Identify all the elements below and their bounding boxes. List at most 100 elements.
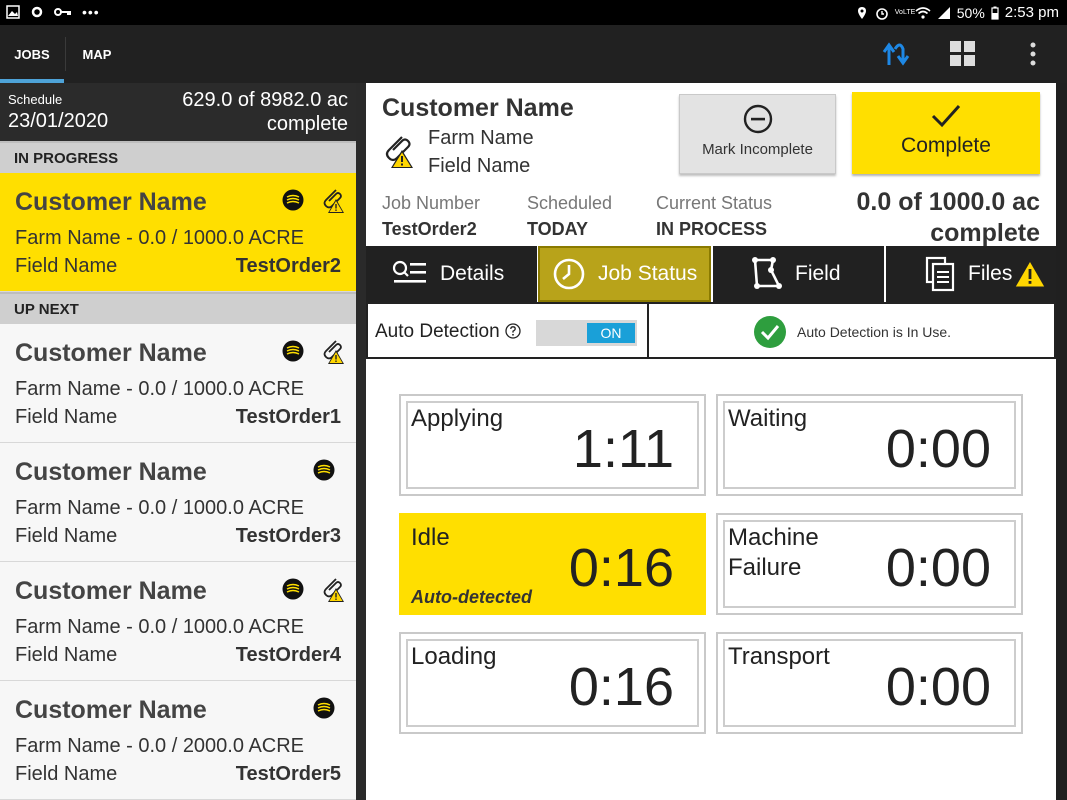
job-customer: Customer Name [15,577,207,605]
signal-icon [937,6,950,19]
tab-job-status[interactable]: Job Status [538,246,711,302]
schedule-progress: 629.0 of 8982.0 ac complete [182,88,348,136]
image-icon [6,5,20,19]
attachment-warning-icon [323,189,344,213]
auto-detection-label: Auto Detection [375,321,500,342]
current-status-label: Current Status [656,193,773,213]
job-field: Field Name [15,255,118,277]
attachment-warning-icon [323,578,344,602]
job-order: TestOrder2 [235,255,341,277]
settings-gear-icon [31,6,43,18]
product-icon [282,578,304,600]
timer-idle[interactable]: Idle 0:16 Auto-detected [399,513,706,615]
auto-detection-status: Auto Detection is In Use. [753,315,951,349]
more-vert-icon[interactable] [1018,39,1048,69]
files-icon [925,256,955,292]
status-bar: ••• VoLTE 50% 2:53 pm [0,0,1067,25]
job-order: TestOrder4 [235,644,341,666]
auto-detection-row: Auto Detection ON Auto Detection is In U… [366,302,1056,359]
job-card[interactable]: Customer Name Farm Name - 0.0 / 2000.0 A… [0,681,356,800]
job-field: Field Name [15,525,118,547]
overflow-dots-icon: ••• [82,4,100,20]
panel-divider [356,83,366,800]
job-card[interactable]: Customer Name Farm Name - 0.0 / 1000.0 A… [0,443,356,562]
complete-button[interactable]: Complete [852,92,1040,174]
minus-circle-icon [743,104,772,134]
job-field: Field Name [15,763,118,785]
sync-icon[interactable] [881,39,911,69]
key-icon [54,8,71,16]
timer-loading[interactable]: Loading 0:16 [399,632,706,734]
timer-waiting[interactable]: Waiting 0:00 [716,394,1023,496]
product-icon [313,459,335,481]
job-farm: Farm Name - 0.0 / 1000.0 ACRE [15,497,305,519]
timer-name: Applying [411,405,504,432]
schedule-label: Schedule [8,92,63,107]
job-farm: Farm Name - 0.0 / 2000.0 ACRE [15,735,305,757]
tab-jobs[interactable]: JOBS [0,25,64,83]
tab-details-label: Details [440,262,505,285]
section-in-progress: IN PROGRESS [0,141,356,173]
timer-value: 0:16 [568,657,674,717]
attachment-warning-icon [323,340,344,364]
product-icon [282,340,304,362]
mark-incomplete-button[interactable]: Mark Incomplete [679,94,836,174]
help-icon[interactable] [505,323,521,339]
detail-customer: Customer Name [382,94,574,122]
job-field: Field Name [15,644,118,666]
tab-files[interactable]: Files [886,246,1056,302]
job-card[interactable]: Customer Name Farm Name - 0.0 / 1000.0 A… [0,173,356,292]
wifi-icon [915,6,931,19]
timer-transport[interactable]: Transport 0:00 [716,632,1023,734]
detail-progress-suffix: complete [930,219,1040,247]
timer-machine-failure[interactable]: Machine Failure 0:00 [716,513,1023,615]
job-card[interactable]: Customer Name Farm Name - 0.0 / 1000.0 A… [0,324,356,443]
auto-detection-divider [647,304,649,357]
auto-detection-toggle[interactable]: ON [536,320,637,346]
scheduled-value: TODAY [527,219,589,239]
scheduled-label: Scheduled [527,193,613,213]
field-boundary-icon [752,257,782,289]
job-customer: Customer Name [15,339,207,367]
timer-name: Machine Failure [728,524,819,581]
complete-label: Complete [901,134,991,157]
job-customer: Customer Name [15,458,207,486]
tab-details[interactable]: Details [366,246,536,302]
job-detail-panel: Customer Name Farm Name Field Name Mark … [366,83,1056,800]
schedule-header: Schedule 23/01/2020 629.0 of 8982.0 ac c… [0,83,356,141]
detail-farm: Farm Name [428,127,534,149]
detail-progress-value: 0.0 of 1000.0 ac [856,188,1040,216]
job-order: TestOrder5 [235,763,341,785]
timer-value: 1:11 [572,419,674,479]
timer-name: Idle [411,524,450,551]
battery-percent: 50% [956,4,985,21]
schedule-progress-value: 629.0 of 8982.0 ac [182,89,348,111]
job-order: TestOrder1 [235,406,341,428]
check-circle-icon [754,316,786,348]
schedule-date: 23/01/2020 [8,110,109,132]
detail-tabs: Details Job Status Field Files [366,246,1056,302]
tab-field[interactable]: Field [713,246,883,302]
location-icon [857,6,866,19]
tab-files-label: Files [968,262,1013,285]
job-card[interactable]: Customer Name Farm Name - 0.0 / 1000.0 A… [0,562,356,681]
grid-icon[interactable] [948,39,978,69]
tab-map[interactable]: MAP [66,25,128,83]
timer-value: 0:16 [568,538,674,598]
job-customer: Customer Name [15,696,207,724]
timer-applying[interactable]: Applying 1:11 [399,394,706,496]
timer-value: 0:00 [885,657,991,717]
job-number-value: TestOrder2 [382,219,477,239]
timer-value: 0:00 [885,538,991,598]
tab-job-status-label: Job Status [598,262,698,285]
job-order: TestOrder3 [235,525,341,547]
mark-incomplete-label: Mark Incomplete [702,141,813,158]
network-label: VoLTE [894,9,916,16]
timer-name: Waiting [728,405,808,432]
attachment-warning-icon[interactable] [382,133,414,169]
job-customer: Customer Name [15,188,207,216]
job-farm: Farm Name - 0.0 / 1000.0 ACRE [15,378,305,400]
timer-note: Auto-detected [411,587,532,607]
job-number-label: Job Number [382,193,481,213]
jobs-list-panel: Schedule 23/01/2020 629.0 of 8982.0 ac c… [0,83,356,800]
